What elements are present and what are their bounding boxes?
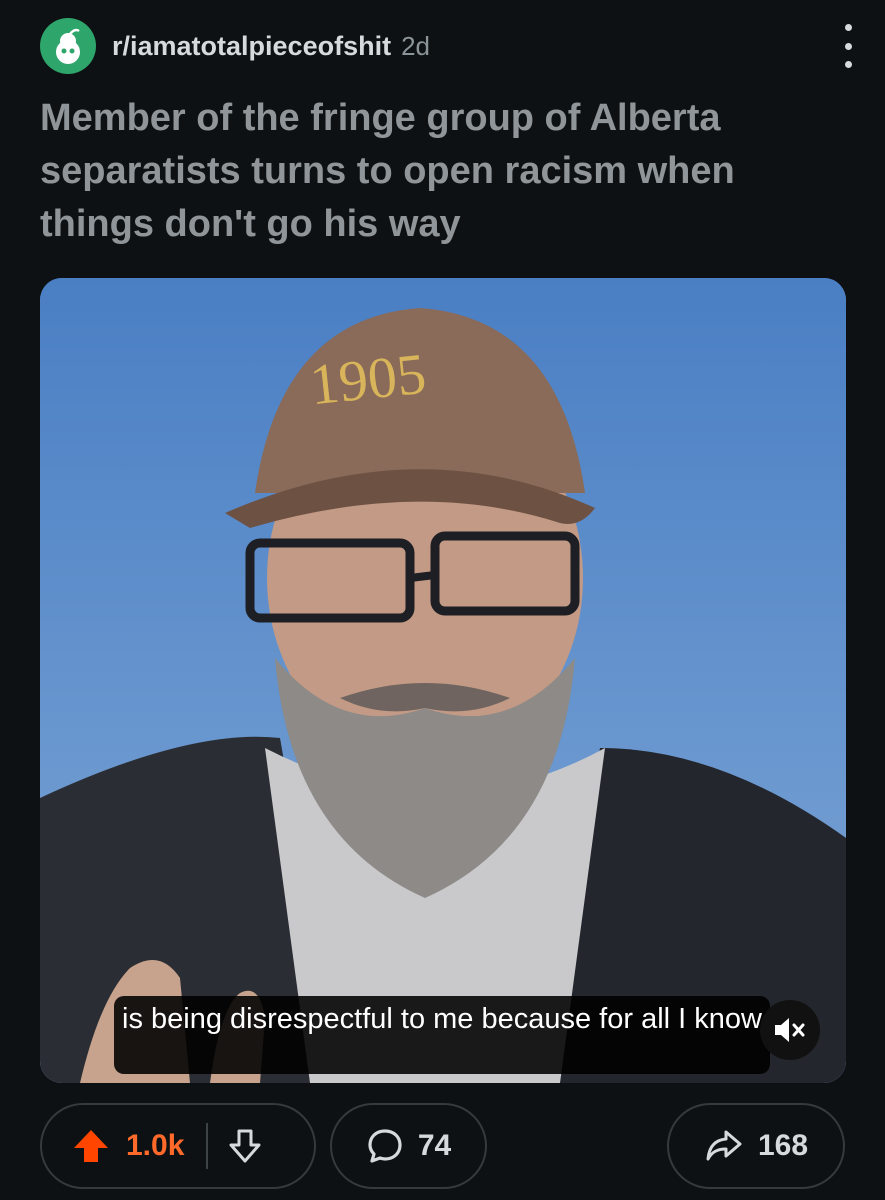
share-icon	[706, 1130, 742, 1161]
share-count: 168	[757, 1129, 809, 1162]
video-player[interactable]: 1905	[40, 278, 846, 1083]
video-frame: 1905	[40, 278, 846, 1083]
video-caption: is being disrespectful to me because for…	[114, 996, 770, 1074]
mute-icon[interactable]	[760, 1000, 820, 1060]
comment-count: 74	[417, 1129, 452, 1162]
upvote-count: 1.0k	[126, 1129, 185, 1162]
comments-button[interactable]: 74	[330, 1103, 487, 1189]
post-age: 2d	[401, 30, 430, 61]
downvote-icon[interactable]	[228, 1128, 262, 1164]
post-header: r/iamatotalpieceofshit 2d	[40, 18, 855, 74]
hat-text: 1905	[307, 341, 429, 418]
vote-bar: 1.0k	[40, 1103, 316, 1189]
subreddit-name[interactable]: r/iamatotalpieceofshit	[112, 31, 391, 62]
share-button[interactable]: 168	[667, 1103, 845, 1189]
vote-divider	[206, 1123, 209, 1169]
post-title[interactable]: Member of the fringe group of Alberta se…	[40, 92, 840, 251]
subreddit-avatar-icon[interactable]	[40, 18, 96, 74]
comment-icon	[368, 1129, 402, 1163]
upvote-icon[interactable]	[72, 1127, 110, 1165]
more-options-icon[interactable]	[841, 24, 855, 68]
